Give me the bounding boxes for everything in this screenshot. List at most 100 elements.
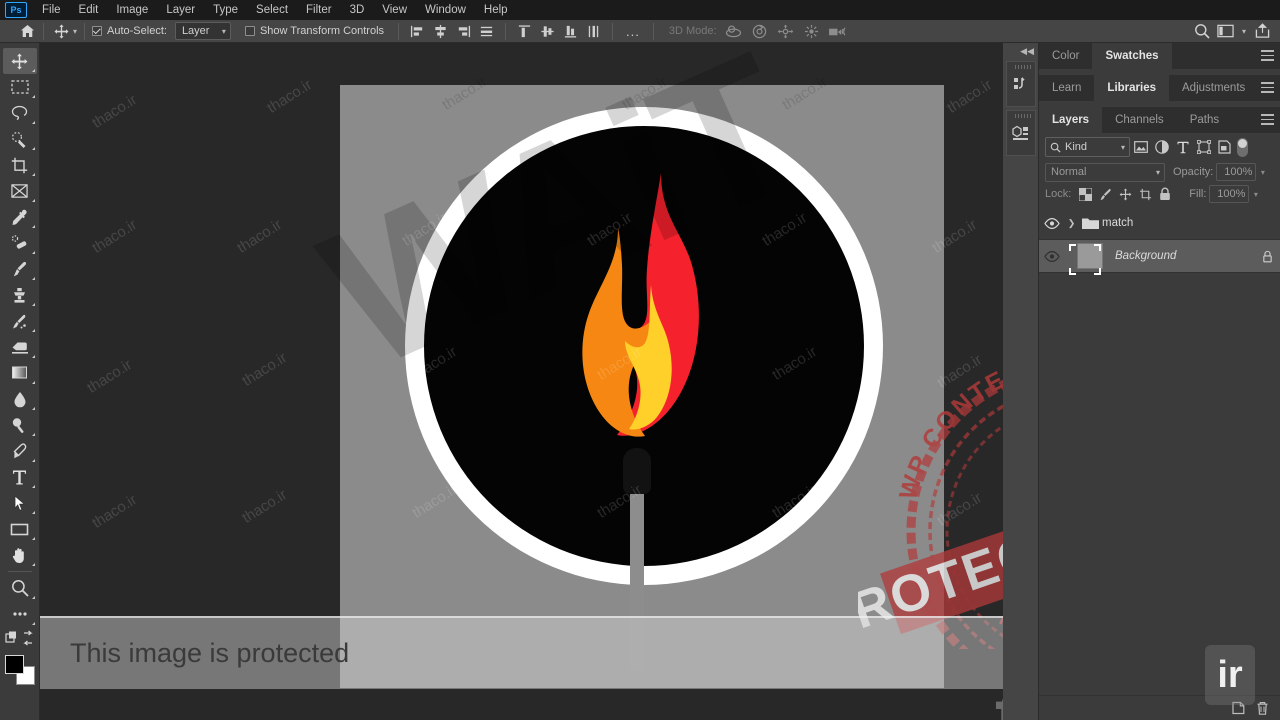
edit-toolbar-tool[interactable] [3,601,37,627]
move-tool[interactable] [2,48,37,74]
3d-panel-icon[interactable] [1006,110,1036,156]
auto-select-scope-dropdown[interactable]: Layer ▾ [174,22,231,40]
auto-select-checkbox[interactable] [92,26,103,36]
lock-image-pixels-icon[interactable] [1095,184,1115,204]
menu-image[interactable]: Image [107,0,157,20]
healing-brush-tool[interactable] [3,230,37,256]
tool-preset-chevron-icon[interactable]: ▾ [73,27,77,36]
eraser-tool[interactable] [3,334,37,360]
slide-3d-icon[interactable] [802,22,822,40]
clone-stamp-tool[interactable] [3,282,37,308]
layer-visibility-icon[interactable] [1039,217,1065,229]
filter-shape-icon[interactable] [1193,137,1214,157]
rectangular-marquee-tool[interactable] [3,74,37,100]
delete-layer-icon[interactable] [1250,696,1274,720]
distribute-vertical-icon[interactable] [585,23,602,40]
filter-adjustment-icon[interactable] [1151,137,1172,157]
lock-all-icon[interactable] [1155,184,1175,204]
filter-kind-dropdown[interactable]: Kind ▾ [1045,137,1130,157]
gradient-tool[interactable] [3,360,37,386]
crop-tool[interactable] [3,152,37,178]
orbit-3d-icon[interactable] [724,22,744,40]
filter-pixel-icon[interactable] [1130,137,1151,157]
blur-tool[interactable] [3,386,37,412]
fill-field[interactable]: 100% [1209,185,1250,203]
history-panel-icon[interactable] [1006,61,1036,107]
tab-channels[interactable]: Channels [1102,107,1177,133]
dodge-tool[interactable] [3,412,37,438]
filter-type-icon[interactable] [1172,137,1193,157]
menu-view[interactable]: View [373,0,416,20]
brush-tool[interactable] [3,256,37,282]
layer-row-match[interactable]: ❯ match [1039,207,1280,240]
tab-layers[interactable]: Layers [1039,107,1103,133]
zoom-tool[interactable] [3,575,37,601]
artboard[interactable] [340,85,944,688]
panel-menu-icon[interactable] [1261,50,1274,61]
filter-enable-toggle[interactable] [1237,137,1248,157]
align-horizontal-centers-icon[interactable] [432,23,449,40]
fill-chevron-icon[interactable]: ▾ [1249,185,1262,203]
history-brush-tool[interactable] [3,308,37,334]
foreground-color-swatch[interactable] [4,655,24,674]
eyedropper-tool[interactable] [3,204,37,230]
home-icon[interactable] [18,22,36,40]
layer-name[interactable]: Background [1115,250,1254,262]
tab-libraries[interactable]: Libraries [1094,75,1169,101]
type-tool[interactable] [3,464,37,490]
align-bottom-edges-icon[interactable] [562,23,579,40]
blend-mode-dropdown[interactable]: Normal ▾ [1045,162,1165,182]
move-tool-icon[interactable] [51,22,71,40]
share-icon[interactable] [1254,23,1271,40]
menu-help[interactable]: Help [475,0,517,20]
layer-thumbnail[interactable] [1065,243,1115,275]
align-left-edges-icon[interactable] [409,23,426,40]
opacity-chevron-icon[interactable]: ▾ [1256,163,1269,181]
group-expand-icon[interactable]: ❯ [1065,218,1078,229]
lock-position-icon[interactable] [1115,184,1135,204]
roll-3d-icon[interactable] [750,22,770,40]
frame-tool[interactable] [3,178,37,204]
collapse-panels-icon[interactable]: ◀◀ [1020,46,1034,57]
more-options-button[interactable]: ... [620,24,646,39]
layer-visibility-icon[interactable] [1039,250,1065,262]
search-icon[interactable] [1194,23,1211,40]
pen-tool[interactable] [3,438,37,464]
menu-3d[interactable]: 3D [341,0,374,20]
lasso-tool[interactable] [3,100,37,126]
filter-smartobject-icon[interactable] [1214,137,1235,157]
lock-transparent-pixels-icon[interactable] [1075,184,1095,204]
tab-paths[interactable]: Paths [1176,107,1233,133]
pan-3d-icon[interactable] [776,22,796,40]
menu-edit[interactable]: Edit [70,0,108,20]
quick-mask-and-screen-mode[interactable] [3,627,37,649]
rectangle-tool[interactable] [3,516,37,542]
panel-menu-icon[interactable] [1261,114,1274,125]
path-selection-tool[interactable] [3,490,37,516]
align-top-edges-icon[interactable] [516,23,533,40]
menu-type[interactable]: Type [204,0,247,20]
layer-row-background[interactable]: Background [1039,240,1280,275]
tab-swatches[interactable]: Swatches [1092,43,1172,69]
camera-3d-icon[interactable] [828,22,848,40]
menu-filter[interactable]: Filter [297,0,341,20]
align-right-edges-icon[interactable] [455,23,472,40]
panel-menu-icon[interactable] [1261,82,1274,93]
distribute-horizontal-icon[interactable] [478,23,495,40]
menu-layer[interactable]: Layer [157,0,204,20]
workspace-icon[interactable] [1217,23,1234,40]
layer-name[interactable]: match [1102,217,1254,229]
opacity-field[interactable]: 100% [1216,163,1257,181]
align-vertical-centers-icon[interactable] [539,23,556,40]
show-transform-checkbox[interactable] [244,26,255,36]
tab-adjustments[interactable]: Adjustments [1169,75,1259,101]
tab-learn[interactable]: Learn [1039,75,1095,101]
quick-selection-tool[interactable] [3,126,37,152]
hand-tool[interactable] [3,542,37,568]
tab-color[interactable]: Color [1039,43,1093,69]
menu-file[interactable]: File [33,0,70,20]
color-swatches[interactable] [4,655,35,685]
menu-select[interactable]: Select [247,0,297,20]
canvas-area[interactable]: WAiT thaco.ir thaco.ir thaco.ir thaco.ir… [40,43,1003,720]
new-layer-icon[interactable] [1226,696,1250,720]
